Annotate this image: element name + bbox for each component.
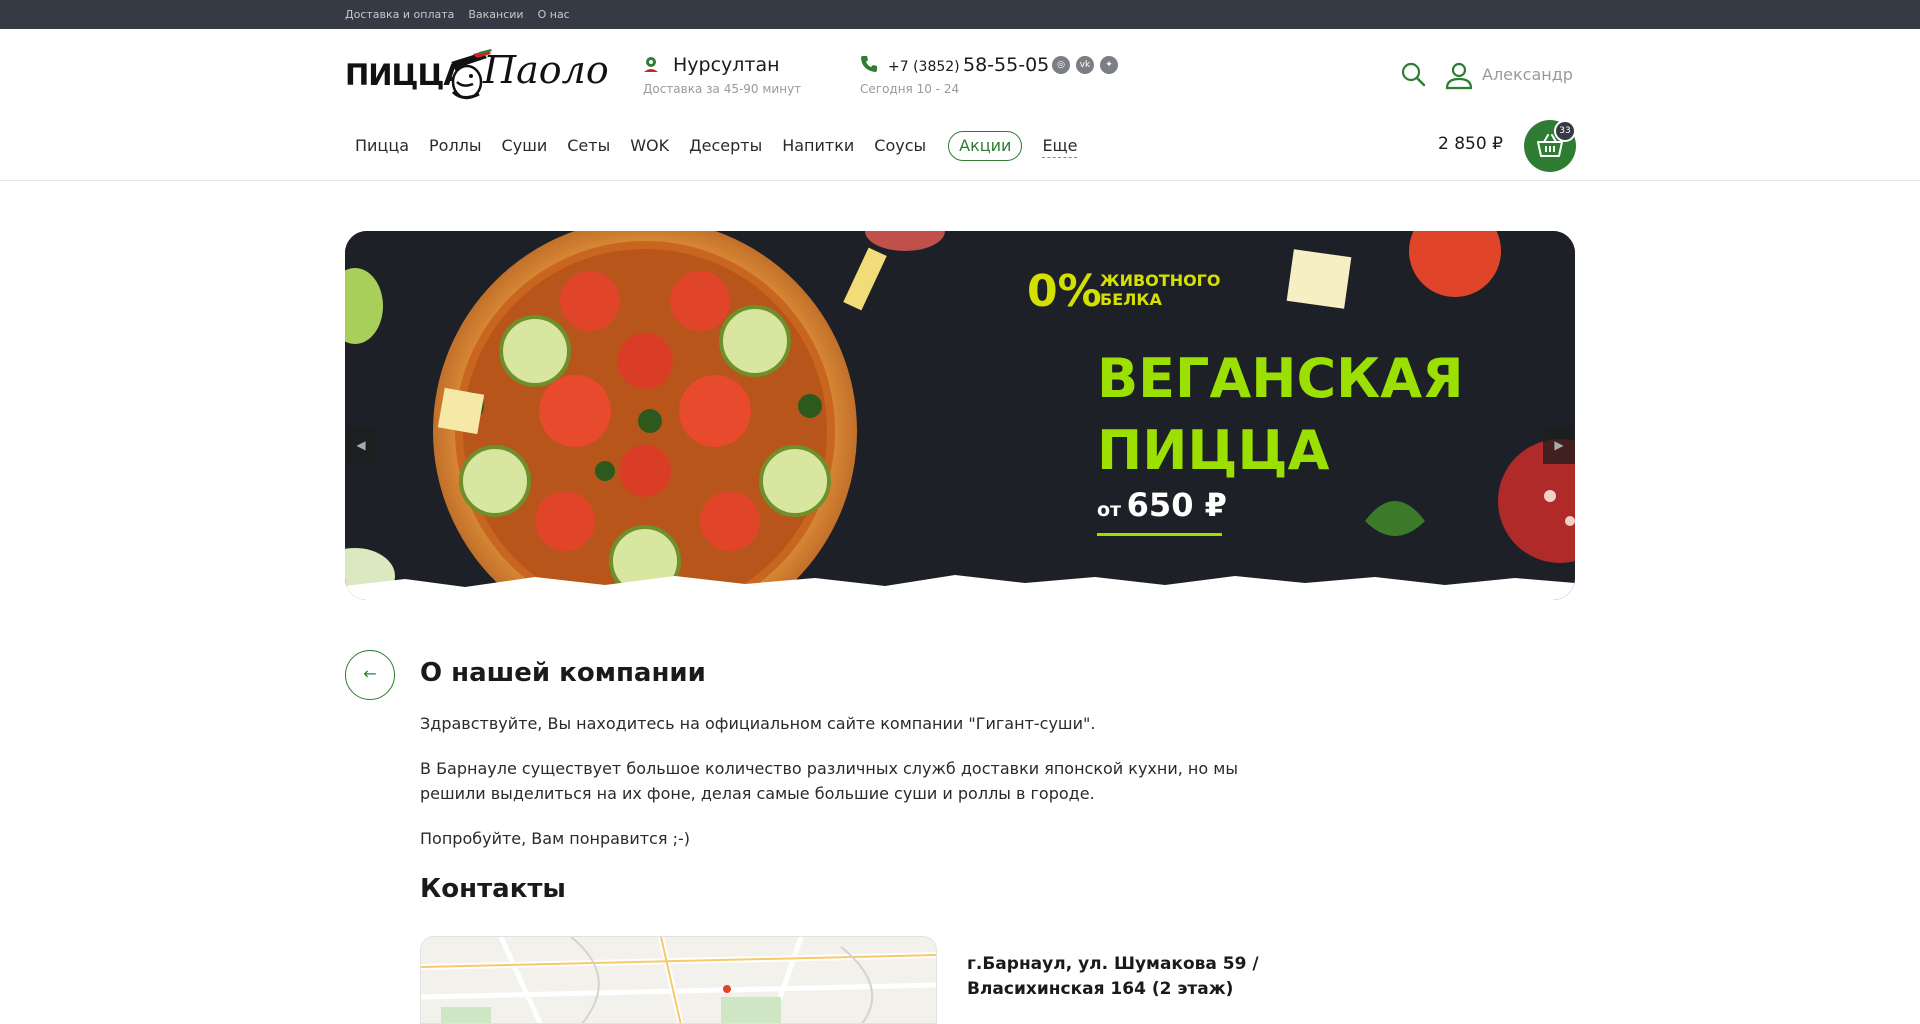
delivery-time: Доставка за 45-90 минут — [643, 82, 802, 96]
banner-title-line2: ПИЦЦА — [1097, 419, 1330, 482]
map-image — [421, 937, 936, 1023]
phone-number[interactable]: 58-55-05 — [963, 54, 1049, 76]
nav-item-promo[interactable]: Акции — [948, 131, 1023, 161]
nav-item-pizza[interactable]: Пицца — [345, 130, 419, 162]
cart-count-badge: 33 — [1554, 120, 1576, 142]
link-about[interactable]: О нас — [538, 8, 570, 21]
banner-percent: 0% — [1027, 266, 1102, 317]
cart-total[interactable]: 2 850 ₽ — [1438, 134, 1503, 154]
working-hours: Сегодня 10 - 24 — [860, 82, 960, 96]
search-icon[interactable] — [1400, 61, 1426, 87]
header-divider — [0, 180, 1920, 181]
nav-item-rolls[interactable]: Роллы — [419, 130, 492, 162]
about-paragraph-2: В Барнауле существует большое количество… — [420, 759, 1238, 803]
banner-price-from: от — [1097, 499, 1122, 521]
vk-icon[interactable]: vk — [1076, 56, 1094, 74]
arrow-left-icon: ← — [363, 664, 377, 683]
link-delivery[interactable]: Доставка и оплата — [345, 8, 454, 21]
nav-item-desserts[interactable]: Десерты — [679, 130, 772, 162]
banner-price-underline — [1097, 533, 1222, 536]
nav-item-drinks[interactable]: Напитки — [772, 130, 864, 162]
user-icon — [1445, 62, 1473, 90]
about-paragraph-3: Попробуйте, Вам понравится ;-) — [420, 829, 690, 848]
logo-script: Паоло — [483, 48, 609, 92]
logo[interactable]: ПИЦЦА Паоло — [345, 46, 609, 104]
city-name: Нурсултан — [673, 54, 780, 76]
address: г.Барнаул, ул. Шумакова 59 / Власихинска… — [967, 954, 1259, 999]
nav-item-sauces[interactable]: Соусы — [864, 130, 936, 162]
nav-item-sushi[interactable]: Суши — [492, 130, 558, 162]
main-nav: Пицца Роллы Суши Сеты WOK Десерты Напитк… — [345, 130, 1078, 162]
nav-item-more[interactable]: Еще — [1042, 134, 1078, 158]
banner-price: от 650 ₽ — [1097, 486, 1227, 524]
user-account[interactable]: Александр — [1444, 60, 1573, 94]
other-social-icon[interactable]: ✦ — [1100, 56, 1118, 74]
page-title: О нашей компании — [420, 658, 706, 688]
banner-percent-caption: ЖИВОТНОГО БЕЛКА — [1100, 271, 1221, 309]
contacts-map[interactable] — [420, 936, 937, 1024]
nav-item-sets[interactable]: Сеты — [557, 130, 620, 162]
phone-prefix[interactable]: +7 (3852) — [888, 59, 960, 75]
banner-title-line1: ВЕГАНСКАЯ — [1097, 347, 1464, 410]
social-links: ◎ vk ✦ — [1052, 56, 1118, 74]
nav-item-wok[interactable]: WOK — [620, 130, 679, 162]
top-links: Доставка и оплата Вакансии О нас — [345, 8, 570, 21]
user-name: Александр — [1482, 65, 1573, 84]
instagram-icon[interactable]: ◎ — [1052, 56, 1070, 74]
link-vacancies[interactable]: Вакансии — [468, 8, 523, 21]
location-pin-icon — [644, 57, 658, 72]
top-bar: Доставка и оплата Вакансии О нас — [0, 0, 1920, 29]
about-paragraph-1: Здравствуйте, Вы находитесь на официальн… — [420, 714, 1096, 733]
phone-icon — [861, 56, 877, 72]
banner-prev-arrow-icon[interactable]: ◀ — [345, 426, 377, 464]
banner-title: ВЕГАНСКАЯ ПИЦЦА — [1097, 343, 1464, 487]
banner-price-amount: 650 ₽ — [1126, 486, 1227, 524]
contacts-title: Контакты — [420, 874, 566, 904]
back-button[interactable]: ← — [345, 650, 395, 700]
banner-next-arrow-icon[interactable]: ▶ — [1543, 426, 1575, 464]
promo-banner[interactable]: 0% ЖИВОТНОГО БЕЛКА ВЕГАНСКАЯ ПИЦЦА от 65… — [345, 231, 1575, 600]
